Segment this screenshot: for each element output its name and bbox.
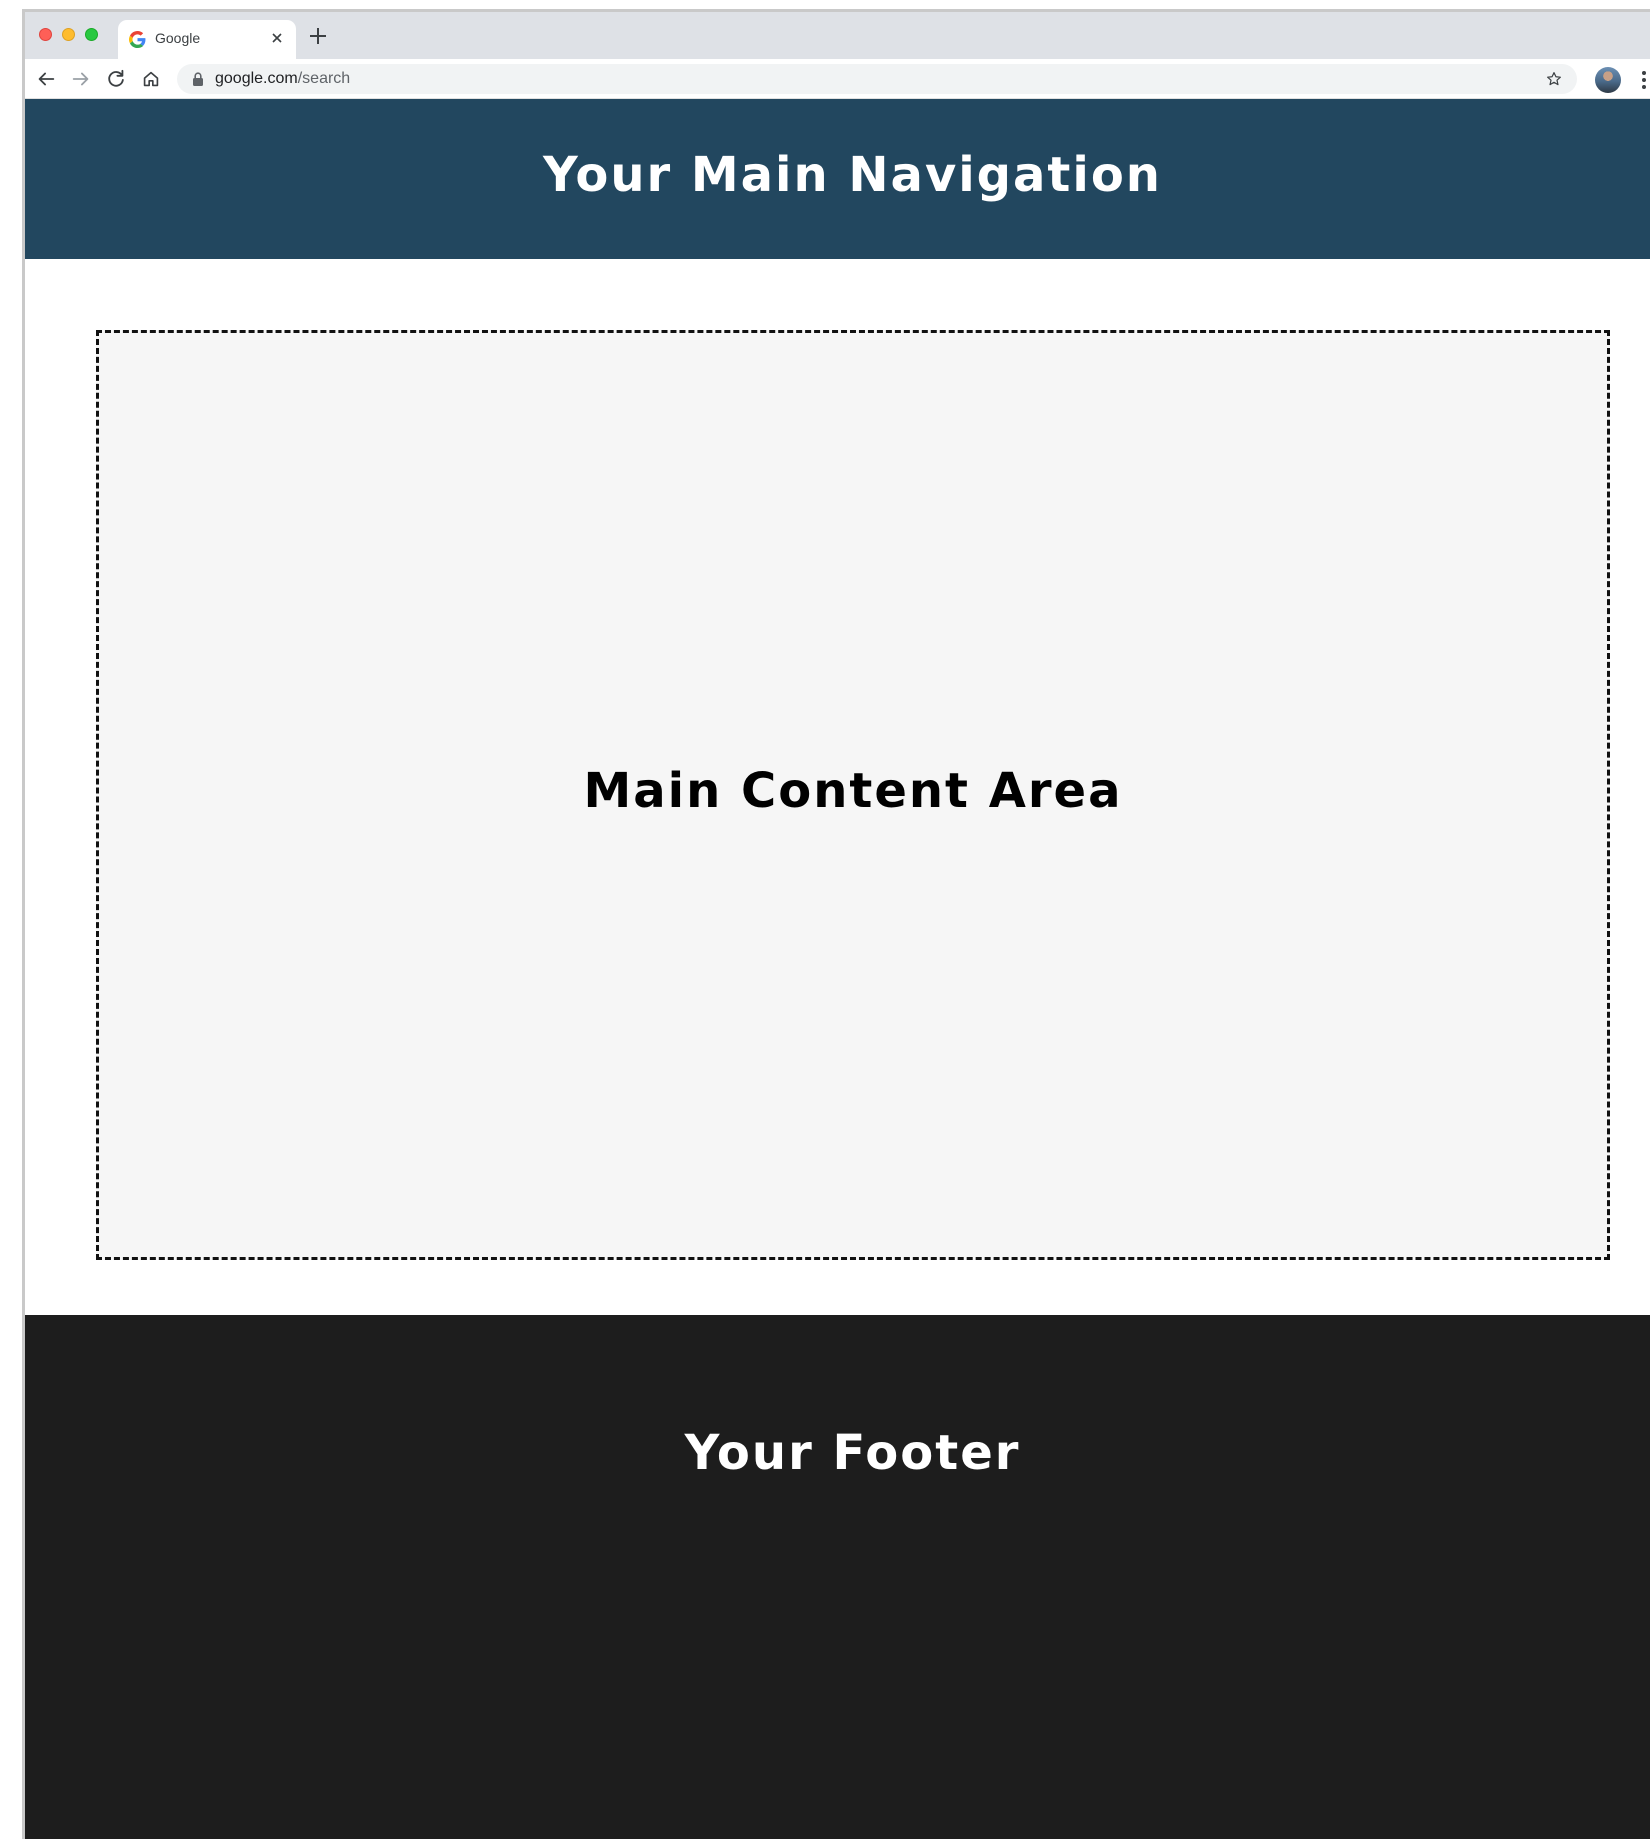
navigation-title: Your Main Navigation: [543, 147, 1162, 203]
maximize-window-button[interactable]: [85, 28, 98, 41]
url-path: /search: [297, 70, 351, 87]
lock-icon[interactable]: [191, 71, 205, 87]
browser-tab[interactable]: Google: [118, 20, 296, 59]
main-content-area: Main Content Area: [96, 330, 1610, 1260]
kebab-menu-icon[interactable]: [1641, 69, 1647, 91]
profile-avatar[interactable]: [1595, 67, 1621, 93]
main-navigation: Your Main Navigation: [25, 99, 1650, 259]
address-bar[interactable]: google.com/search: [177, 64, 1577, 94]
tab-title: Google: [155, 30, 201, 46]
tab-strip: Google: [25, 12, 1650, 59]
arrow-right-icon[interactable]: [70, 68, 92, 90]
close-window-button[interactable]: [39, 28, 52, 41]
home-icon[interactable]: [140, 68, 162, 90]
plus-icon[interactable]: [306, 24, 330, 48]
footer-title: Your Footer: [684, 1425, 1021, 1481]
arrow-left-icon[interactable]: [35, 68, 57, 90]
url-domain: google.com: [215, 70, 298, 87]
star-icon[interactable]: [1545, 70, 1563, 88]
footer: Your Footer: [25, 1315, 1650, 1839]
screenshot-canvas: Google google.com/search Your Main Navig…: [0, 0, 1650, 1839]
url-text: google.com/search: [215, 70, 350, 88]
google-g-icon: [129, 31, 146, 48]
reload-icon[interactable]: [105, 68, 127, 90]
minimize-window-button[interactable]: [62, 28, 75, 41]
browser-toolbar: google.com/search: [25, 59, 1650, 99]
close-icon[interactable]: [268, 29, 286, 47]
main-content-title: Main Content Area: [583, 763, 1123, 819]
browser-window: Google google.com/search Your Main Navig…: [22, 9, 1650, 1839]
